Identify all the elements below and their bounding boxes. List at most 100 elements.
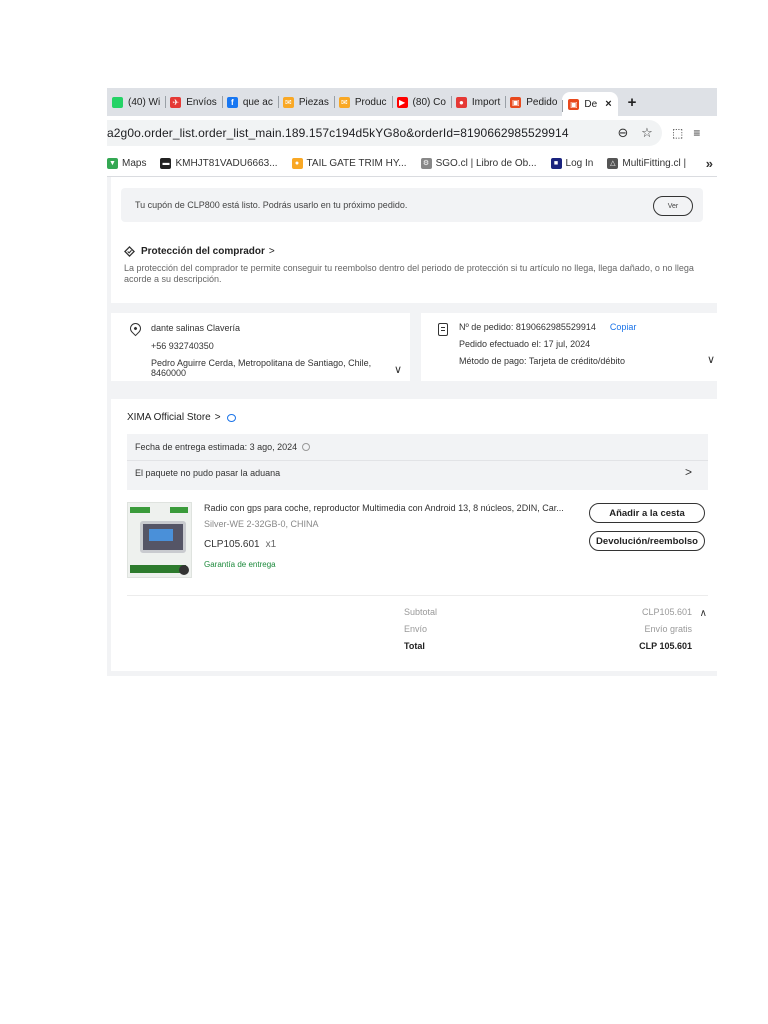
product-price-row: CLP105.601 x1 bbox=[204, 539, 584, 550]
delivery-estimate-text: Fecha de entrega estimada: 3 ago, 2024 bbox=[135, 442, 298, 452]
url-text[interactable]: a2g0o.order_list.order_list_main.189.157… bbox=[107, 126, 614, 140]
package-status[interactable]: El paquete no pudo pasar la aduana bbox=[135, 468, 280, 478]
product-quantity: x1 bbox=[265, 539, 277, 550]
order-details: Nº de pedido: 8190662985529914 Copiar Ped… bbox=[459, 322, 636, 373]
tab-label: Piezas bbox=[298, 96, 329, 108]
coupon-section: Tu cupón de CLP800 está listo. Podrás us… bbox=[111, 177, 717, 233]
chevron-right-icon[interactable]: > bbox=[685, 465, 692, 479]
bookmark-star-icon[interactable]: ☆ bbox=[638, 125, 656, 141]
tab-favicon-icon: ▣ bbox=[510, 96, 522, 108]
tab-label: que ac bbox=[242, 96, 273, 108]
copy-order-number-link[interactable]: Copiar bbox=[610, 322, 637, 332]
media-icon[interactable]: ≡ bbox=[693, 126, 700, 140]
bookmark-item[interactable]: ● TAIL GATE TRIM HY... bbox=[291, 157, 407, 169]
buyer-protection-section: Protección del comprador > La protección… bbox=[111, 233, 717, 303]
add-to-cart-button[interactable]: Añadir a la cesta bbox=[589, 503, 705, 523]
browser-tab[interactable]: ✈ Envíos bbox=[165, 88, 222, 116]
product-info: Radio con gps para coche, reproductor Mu… bbox=[204, 503, 584, 569]
browser-tab-active[interactable]: ▣ De × bbox=[562, 92, 618, 116]
browser-screenshot: (40) Wi ✈ Envíos f que ac ✉ Piezas ✉ Produc ▶ (80)… bbox=[107, 88, 717, 676]
tab-favicon-icon: ▣ bbox=[568, 98, 580, 110]
bookmark-item[interactable]: ▬ KMHJT81VADU6663... bbox=[160, 157, 278, 169]
shield-icon bbox=[124, 246, 135, 257]
bookmark-item[interactable]: ⚙ SGO.cl | Libro de Ob... bbox=[420, 157, 537, 169]
tab-favicon-icon: ✈ bbox=[170, 96, 182, 108]
tab-favicon-icon bbox=[112, 96, 123, 108]
clock-icon bbox=[302, 443, 311, 451]
bookmark-label: TAIL GATE TRIM HY... bbox=[306, 157, 407, 169]
bookmark-label: MultiFitting.cl | bbox=[622, 157, 687, 169]
order-number: Nº de pedido: 8190662985529914 bbox=[459, 322, 596, 332]
new-tab-icon[interactable]: + bbox=[628, 94, 637, 111]
browser-tab[interactable]: (40) Wi bbox=[107, 88, 165, 116]
bookmark-favicon-icon: ● bbox=[291, 157, 303, 169]
browser-tab[interactable]: ✉ Piezas bbox=[277, 88, 334, 116]
coupon-text: Tu cupón de CLP800 está listo. Podrás us… bbox=[135, 200, 408, 210]
bookmark-favicon-icon: △ bbox=[607, 157, 619, 169]
shipping-value: Envío gratis bbox=[644, 624, 692, 634]
image-badge bbox=[130, 507, 150, 513]
tab-favicon-icon: ✉ bbox=[338, 96, 350, 108]
divider bbox=[127, 595, 708, 596]
image-banner bbox=[130, 565, 186, 573]
image-screen bbox=[140, 521, 186, 553]
browser-tab[interactable]: ▶ (80) Co bbox=[391, 88, 451, 116]
browser-tab[interactable]: f que ac bbox=[221, 88, 278, 116]
delivery-guarantee[interactable]: Garantía de entrega bbox=[204, 560, 584, 569]
product-variant: Silver-WE 2-32GB-0, CHINA bbox=[204, 519, 319, 529]
buyer-protection-link[interactable]: Protección del comprador > bbox=[124, 246, 275, 257]
total-value: CLP 105.601 bbox=[639, 641, 692, 651]
bookmark-item[interactable]: △ MultiFitting.cl | bbox=[607, 157, 687, 169]
chevron-right-icon: > bbox=[268, 246, 275, 257]
bookmark-item[interactable]: ■ Log In bbox=[550, 157, 593, 169]
shipping-address-card: dante salinas Clavería +56 932740350 Ped… bbox=[111, 313, 410, 381]
coupon-banner: Tu cupón de CLP800 está listo. Podrás us… bbox=[121, 188, 703, 222]
subtotal-value: CLP105.601 bbox=[641, 607, 692, 617]
browser-tab[interactable]: ✉ Produc bbox=[333, 88, 392, 116]
bookmark-item[interactable]: ▼ Maps bbox=[107, 157, 147, 169]
toolbar-icons: ⬚ ≡ bbox=[662, 126, 700, 140]
chevron-down-icon[interactable]: ∨ bbox=[707, 353, 715, 366]
chevron-right-icon: > bbox=[214, 412, 221, 423]
view-coupon-button[interactable]: Ver bbox=[653, 196, 693, 216]
image-badge bbox=[170, 507, 188, 513]
recipient-phone: +56 932740350 bbox=[151, 341, 214, 351]
url-field[interactable]: a2g0o.order_list.order_list_main.189.157… bbox=[107, 120, 662, 146]
product-image[interactable] bbox=[127, 502, 192, 578]
bookmark-favicon-icon: ⚙ bbox=[420, 157, 432, 169]
tab-favicon-icon: f bbox=[226, 96, 238, 108]
product-price: CLP105.601 bbox=[204, 539, 260, 550]
image-check bbox=[179, 565, 189, 575]
store-link[interactable]: XIMA Official Store > bbox=[127, 412, 236, 423]
product-title[interactable]: Radio con gps para coche, reproductor Mu… bbox=[204, 503, 584, 513]
tab-strip: (40) Wi ✈ Envíos f que ac ✉ Piezas ✉ Produc ▶ (80)… bbox=[107, 88, 717, 116]
chat-icon[interactable] bbox=[226, 413, 236, 422]
bookmark-label: Maps bbox=[122, 157, 147, 169]
recipient-name: dante salinas Clavería bbox=[151, 323, 241, 333]
browser-tab[interactable]: ▣ Pedido bbox=[505, 88, 562, 116]
close-tab-icon[interactable]: × bbox=[605, 98, 611, 110]
payment-method: Método de pago: Tarjeta de crédito/débit… bbox=[459, 356, 625, 366]
recipient-address: Pedro Aguirre Cerda, Metropolitana de Sa… bbox=[151, 358, 372, 378]
tab-favicon-icon: ▶ bbox=[396, 96, 408, 108]
bookmark-label: KMHJT81VADU6663... bbox=[175, 157, 278, 169]
bookmark-favicon-icon: ■ bbox=[550, 157, 562, 169]
tab-label: Pedido bbox=[526, 96, 558, 108]
extensions-icon[interactable]: ⬚ bbox=[672, 126, 683, 140]
browser-tab[interactable]: ● Import bbox=[450, 88, 505, 116]
document-icon bbox=[438, 323, 448, 336]
delivery-estimate: Fecha de entrega estimada: 3 ago, 2024 bbox=[135, 442, 311, 452]
zoom-icon[interactable]: ⊖ bbox=[614, 125, 632, 141]
chevron-up-icon[interactable]: ∧ bbox=[700, 608, 707, 619]
chevron-down-icon[interactable]: ∨ bbox=[394, 363, 402, 376]
refund-button[interactable]: Devolución/reembolso bbox=[589, 531, 705, 551]
delivery-box: Fecha de entrega estimada: 3 ago, 2024 E… bbox=[127, 434, 708, 490]
tab-label: De bbox=[584, 98, 598, 110]
location-pin-icon bbox=[127, 320, 144, 337]
tab-favicon-icon: ● bbox=[455, 96, 467, 108]
tab-label: Import bbox=[471, 96, 501, 108]
bookmarks-more-icon[interactable]: » bbox=[706, 156, 713, 171]
buyer-protection-text: La protección del comprador te permite c… bbox=[124, 263, 694, 284]
bookmarks-bar: ▼ Maps ▬ KMHJT81VADU6663... ● TAIL GATE TRIM … bbox=[107, 150, 717, 177]
order-date: Pedido efectuado el: 17 jul, 2024 bbox=[459, 339, 591, 349]
